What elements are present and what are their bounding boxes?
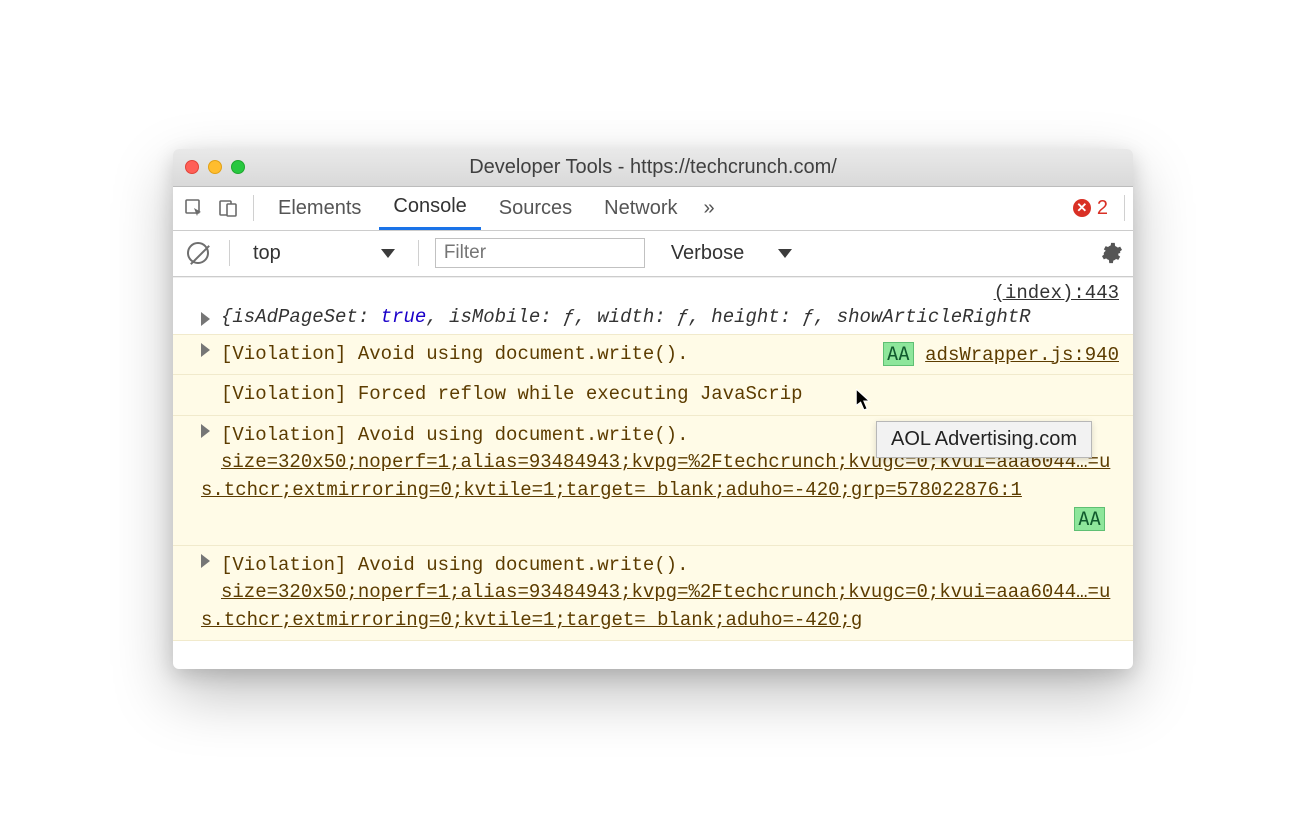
tab-elements[interactable]: Elements xyxy=(264,187,375,230)
expand-icon[interactable] xyxy=(201,343,210,357)
clear-console-icon[interactable] xyxy=(183,238,213,268)
settings-icon[interactable] xyxy=(1101,242,1123,264)
separator xyxy=(418,240,419,266)
violation-message: [Violation] Forced reflow while executin… xyxy=(201,381,1119,409)
close-icon[interactable] xyxy=(185,160,199,174)
devtools-tabs: Elements Console Sources Network » ✕ 2 xyxy=(173,187,1133,231)
violation-row[interactable]: [Violation] Forced reflow while executin… xyxy=(173,375,1133,416)
window-title: Developer Tools - https://techcrunch.com… xyxy=(173,156,1133,179)
inspect-icon[interactable] xyxy=(179,193,209,223)
traffic-lights xyxy=(185,160,245,174)
console-body: (index):443 {isAdPageSet: true, isMobile… xyxy=(173,277,1133,669)
initiator-badge[interactable]: AA xyxy=(883,342,914,366)
more-tabs-icon[interactable]: » xyxy=(696,197,723,220)
violation-row[interactable]: [Violation] Avoid using document.write()… xyxy=(173,546,1133,642)
expand-icon[interactable] xyxy=(201,424,210,438)
device-toggle-icon[interactable] xyxy=(213,193,243,223)
source-link[interactable]: adsWrapper.js:940 xyxy=(925,344,1119,366)
log-level-label: Verbose xyxy=(671,242,744,265)
error-icon: ✕ xyxy=(1073,199,1091,217)
request-url-link[interactable]: size=320x50;noperf=1;alias=93484943;kvpg… xyxy=(201,451,1110,501)
initiator-badge[interactable]: AA xyxy=(1074,507,1105,531)
tab-sources[interactable]: Sources xyxy=(485,187,586,230)
console-toolbar: top Verbose xyxy=(173,231,1133,277)
error-count: 2 xyxy=(1097,197,1108,220)
source-link-row: (index):443 xyxy=(173,278,1133,304)
console-object-row[interactable]: {isAdPageSet: true, isMobile: ƒ, width: … xyxy=(173,304,1133,334)
chevron-down-icon xyxy=(778,249,792,258)
devtools-window: Developer Tools - https://techcrunch.com… xyxy=(173,149,1133,669)
filter-input[interactable] xyxy=(435,238,645,268)
initiator-tooltip: AOL Advertising.com xyxy=(876,421,1092,458)
separator xyxy=(1124,195,1125,221)
separator xyxy=(229,240,230,266)
titlebar: Developer Tools - https://techcrunch.com… xyxy=(173,149,1133,187)
log-level-selector[interactable]: Verbose xyxy=(671,242,792,265)
zoom-icon[interactable] xyxy=(231,160,245,174)
request-url-link[interactable]: size=320x50;noperf=1;alias=93484943;kvpg… xyxy=(201,581,1110,631)
source-link[interactable]: (index):443 xyxy=(994,282,1119,304)
expand-icon[interactable] xyxy=(201,554,210,568)
violation-message: [Violation] Avoid using document.write()… xyxy=(201,552,1119,580)
context-selector[interactable]: top xyxy=(246,239,402,268)
error-count-badge[interactable]: ✕ 2 xyxy=(1073,197,1114,220)
separator xyxy=(253,195,254,221)
context-label: top xyxy=(253,242,281,265)
tab-console[interactable]: Console xyxy=(379,187,480,230)
chevron-down-icon xyxy=(381,249,395,258)
minimize-icon[interactable] xyxy=(208,160,222,174)
expand-icon[interactable] xyxy=(201,312,210,326)
violation-row[interactable]: AA adsWrapper.js:940 [Violation] Avoid u… xyxy=(173,334,1133,376)
violation-list: AA adsWrapper.js:940 [Violation] Avoid u… xyxy=(173,334,1133,642)
tab-network[interactable]: Network xyxy=(590,187,691,230)
